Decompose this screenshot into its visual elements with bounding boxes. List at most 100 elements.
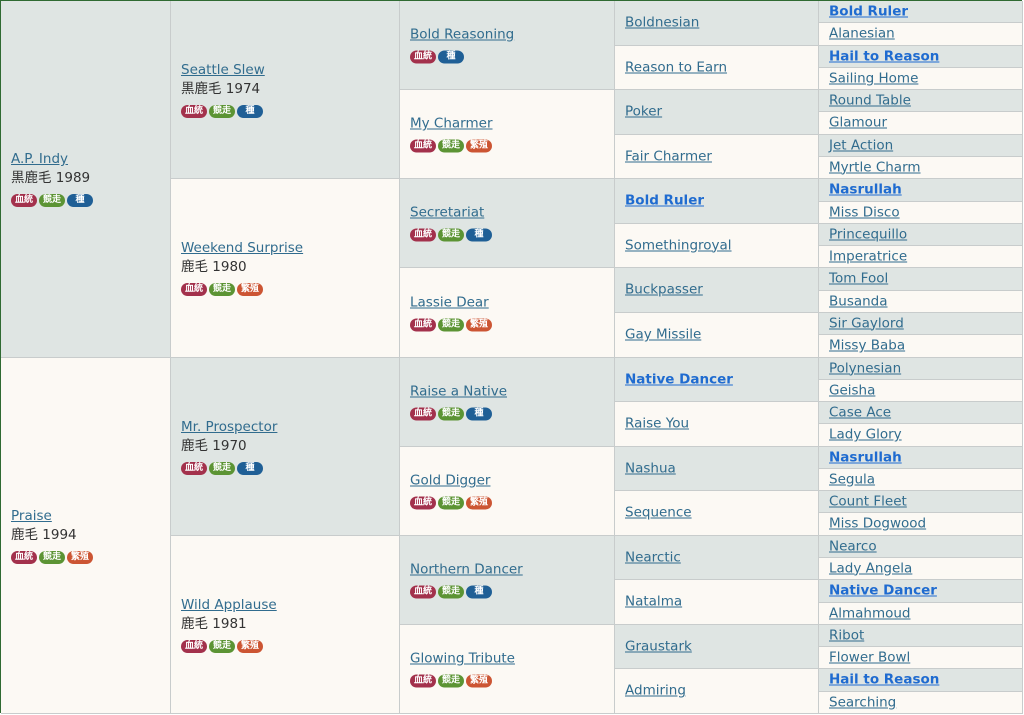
horse-link[interactable]: Alanesian bbox=[829, 26, 895, 42]
horse-link[interactable]: Raise a Native bbox=[410, 384, 507, 400]
race-badge[interactable]: 競走 bbox=[438, 318, 464, 331]
horse-link[interactable]: Nearco bbox=[829, 538, 877, 554]
race-badge[interactable]: 競走 bbox=[438, 228, 464, 242]
blood-badge[interactable]: 血統 bbox=[410, 496, 436, 510]
blood-badge[interactable]: 血統 bbox=[181, 283, 207, 296]
horse-link[interactable]: Mr. Prospector bbox=[181, 419, 277, 435]
sire-badge[interactable]: 種 bbox=[237, 461, 263, 475]
blood-badge[interactable]: 血統 bbox=[410, 674, 436, 688]
blood-badge[interactable]: 血統 bbox=[410, 407, 436, 421]
horse-link[interactable]: Ribot bbox=[829, 627, 864, 643]
blood-badge[interactable]: 血統 bbox=[410, 318, 436, 331]
horse-link[interactable]: Boldnesian bbox=[625, 15, 699, 31]
horse-link[interactable]: Hail to Reason bbox=[829, 672, 939, 688]
horse-link[interactable]: Jet Action bbox=[829, 137, 893, 153]
horse-link[interactable]: Admiring bbox=[625, 683, 686, 699]
horse-link[interactable]: Polynesian bbox=[829, 360, 901, 376]
broodmare-badge[interactable]: 繁殖 bbox=[67, 550, 93, 564]
race-badge[interactable]: 競走 bbox=[39, 550, 65, 564]
horse-link[interactable]: Gay Missile bbox=[625, 327, 701, 343]
horse-link[interactable]: Secretariat bbox=[410, 205, 484, 221]
sire-badge[interactable]: 種 bbox=[466, 407, 492, 421]
horse-link[interactable]: Miss Dogwood bbox=[829, 516, 926, 532]
blood-badge[interactable]: 血統 bbox=[11, 194, 37, 207]
race-badge[interactable]: 競走 bbox=[209, 104, 235, 118]
broodmare-badge[interactable]: 繁殖 bbox=[237, 639, 263, 653]
blood-badge[interactable]: 血統 bbox=[181, 639, 207, 653]
horse-link[interactable]: Bold Reasoning bbox=[410, 27, 514, 43]
horse-link[interactable]: Lady Glory bbox=[829, 427, 902, 443]
sire-badge[interactable]: 種 bbox=[438, 50, 464, 64]
horse-link[interactable]: Fair Charmer bbox=[625, 148, 712, 164]
horse-link[interactable]: Wild Applause bbox=[181, 597, 277, 613]
horse-link[interactable]: Bold Ruler bbox=[829, 3, 908, 19]
broodmare-badge[interactable]: 繁殖 bbox=[466, 139, 492, 153]
horse-link[interactable]: Seattle Slew bbox=[181, 62, 265, 78]
sire-badge[interactable]: 種 bbox=[466, 585, 492, 599]
horse-link[interactable]: Nashua bbox=[625, 460, 676, 476]
race-badge[interactable]: 競走 bbox=[438, 496, 464, 510]
horse-link[interactable]: Hail to Reason bbox=[829, 48, 939, 64]
horse-link[interactable]: Round Table bbox=[829, 92, 911, 108]
horse-link[interactable]: Segula bbox=[829, 471, 875, 487]
sire-badge[interactable]: 種 bbox=[67, 194, 93, 207]
horse-link[interactable]: Nasrullah bbox=[829, 182, 902, 198]
broodmare-badge[interactable]: 繁殖 bbox=[237, 283, 263, 296]
horse-link[interactable]: Myrtle Charm bbox=[829, 159, 921, 175]
horse-link[interactable]: A.P. Indy bbox=[11, 151, 68, 167]
blood-badge[interactable]: 血統 bbox=[410, 139, 436, 153]
horse-link[interactable]: Busanda bbox=[829, 293, 888, 309]
horse-link[interactable]: Nearctic bbox=[625, 549, 681, 565]
race-badge[interactable]: 競走 bbox=[438, 585, 464, 599]
horse-link[interactable]: Searching bbox=[829, 694, 896, 710]
broodmare-badge[interactable]: 繁殖 bbox=[466, 674, 492, 688]
race-badge[interactable]: 競走 bbox=[438, 674, 464, 688]
horse-link[interactable]: Reason to Earn bbox=[625, 59, 727, 75]
blood-badge[interactable]: 血統 bbox=[181, 104, 207, 118]
horse-link[interactable]: Lassie Dear bbox=[410, 294, 489, 310]
blood-badge[interactable]: 血統 bbox=[181, 461, 207, 475]
horse-link[interactable]: Sequence bbox=[625, 505, 692, 521]
horse-link[interactable]: Imperatrice bbox=[829, 248, 907, 264]
horse-link[interactable]: Sailing Home bbox=[829, 70, 918, 86]
horse-link[interactable]: Gold Digger bbox=[410, 473, 490, 489]
horse-link[interactable]: Northern Dancer bbox=[410, 562, 523, 578]
horse-link[interactable]: Raise You bbox=[625, 416, 689, 432]
blood-badge[interactable]: 血統 bbox=[410, 585, 436, 599]
horse-link[interactable]: Glowing Tribute bbox=[410, 651, 515, 667]
horse-link[interactable]: Buckpasser bbox=[625, 282, 703, 298]
broodmare-badge[interactable]: 繁殖 bbox=[466, 318, 492, 331]
horse-link[interactable]: Geisha bbox=[829, 382, 875, 398]
horse-link[interactable]: Bold Ruler bbox=[625, 193, 704, 209]
horse-link[interactable]: Case Ace bbox=[829, 404, 891, 420]
race-badge[interactable]: 競走 bbox=[209, 639, 235, 653]
horse-link[interactable]: My Charmer bbox=[410, 116, 493, 132]
blood-badge[interactable]: 血統 bbox=[410, 50, 436, 64]
horse-link[interactable]: Nasrullah bbox=[829, 449, 902, 465]
horse-link[interactable]: Natalma bbox=[625, 594, 682, 610]
horse-link[interactable]: Lady Angela bbox=[829, 560, 912, 576]
sire-badge[interactable]: 種 bbox=[466, 228, 492, 242]
horse-link[interactable]: Praise bbox=[11, 508, 52, 524]
race-badge[interactable]: 競走 bbox=[209, 461, 235, 475]
horse-link[interactable]: Flower Bowl bbox=[829, 649, 910, 665]
race-badge[interactable]: 競走 bbox=[438, 407, 464, 421]
blood-badge[interactable]: 血統 bbox=[410, 228, 436, 242]
horse-link[interactable]: Somethingroyal bbox=[625, 237, 732, 253]
horse-link[interactable]: Tom Fool bbox=[829, 271, 888, 287]
horse-link[interactable]: Almahmoud bbox=[829, 605, 911, 621]
horse-link[interactable]: Miss Disco bbox=[829, 204, 900, 220]
horse-link[interactable]: Glamour bbox=[829, 115, 887, 131]
horse-link[interactable]: Native Dancer bbox=[625, 371, 733, 387]
race-badge[interactable]: 競走 bbox=[39, 194, 65, 207]
horse-link[interactable]: Weekend Surprise bbox=[181, 240, 303, 256]
sire-badge[interactable]: 種 bbox=[237, 104, 263, 118]
broodmare-badge[interactable]: 繁殖 bbox=[466, 496, 492, 510]
horse-link[interactable]: Poker bbox=[625, 104, 662, 120]
race-badge[interactable]: 競走 bbox=[438, 139, 464, 153]
race-badge[interactable]: 競走 bbox=[209, 283, 235, 296]
horse-link[interactable]: Count Fleet bbox=[829, 493, 907, 509]
horse-link[interactable]: Princequillo bbox=[829, 226, 907, 242]
horse-link[interactable]: Missy Baba bbox=[829, 338, 905, 354]
blood-badge[interactable]: 血統 bbox=[11, 550, 37, 564]
